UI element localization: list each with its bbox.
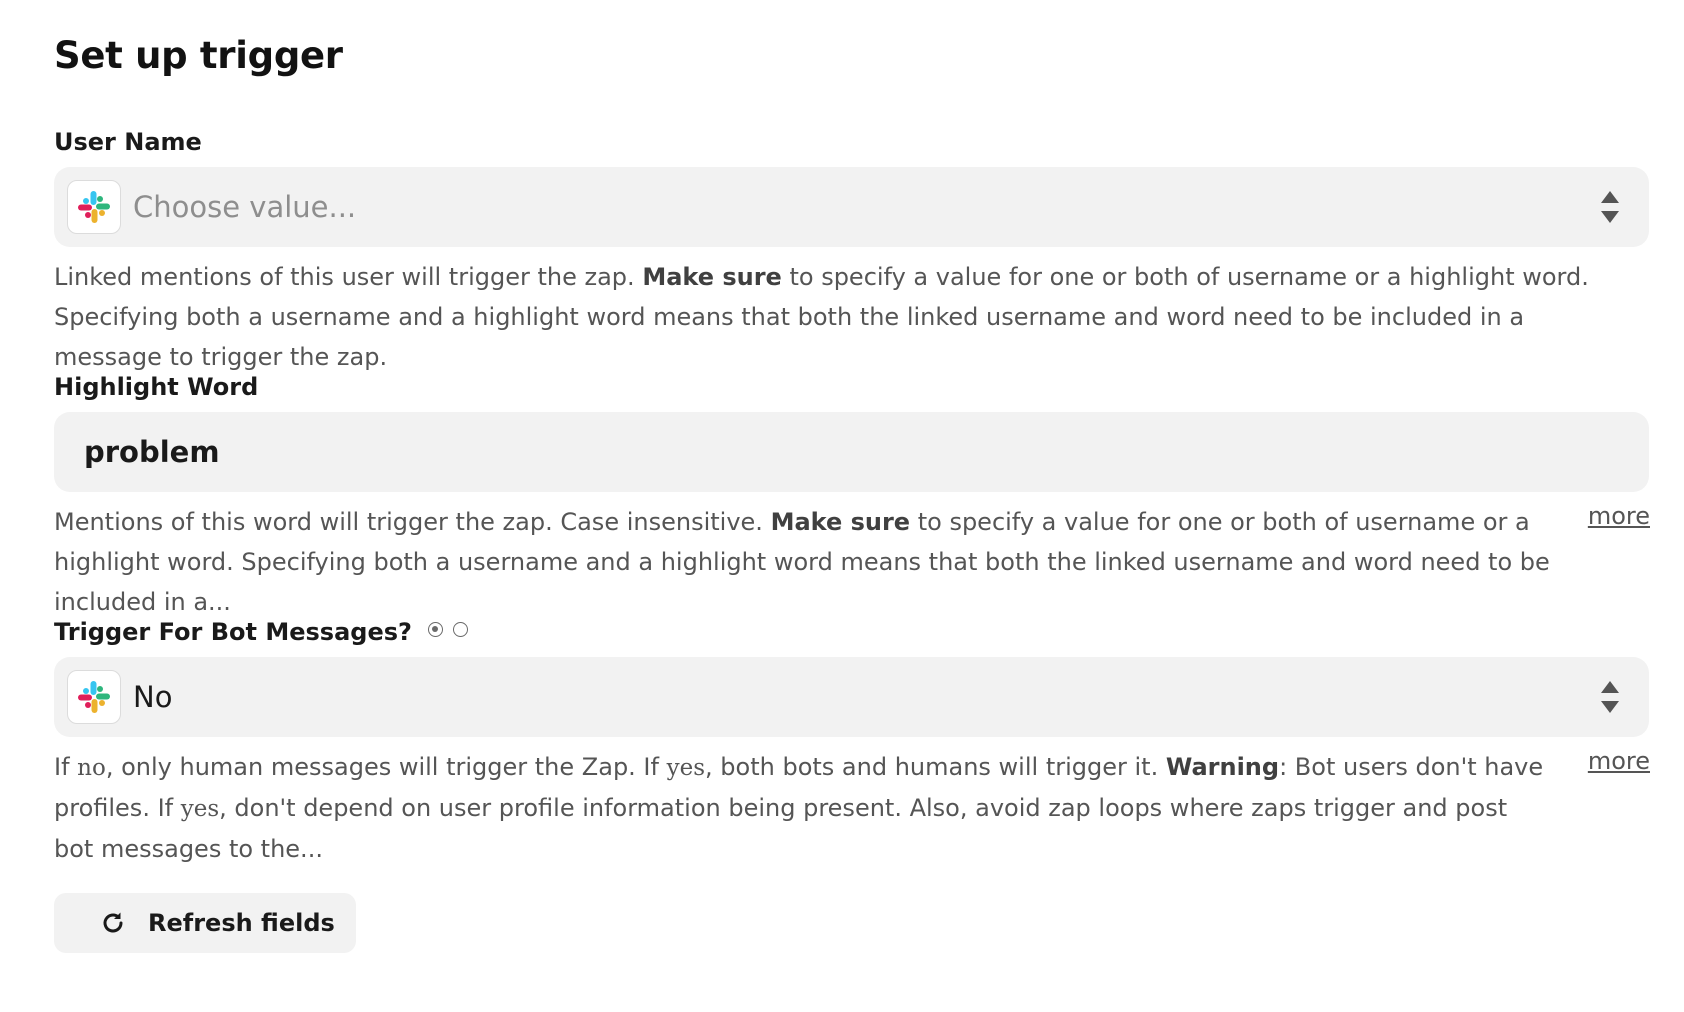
- radio-option-unselected[interactable]: [452, 622, 468, 637]
- highlight-word-more-link[interactable]: more: [1588, 502, 1650, 530]
- user-name-select[interactable]: Choose value...: [54, 167, 1649, 247]
- refresh-icon: [100, 910, 126, 936]
- highlight-word-input[interactable]: problem: [54, 412, 1649, 492]
- slack-icon: [67, 180, 121, 234]
- radio-option-selected[interactable]: [427, 622, 443, 637]
- bot-messages-select[interactable]: No: [54, 657, 1649, 737]
- bot-messages-label: Trigger For Bot Messages?: [54, 618, 468, 646]
- select-arrows-icon: [1601, 191, 1619, 223]
- highlight-word-help: Mentions of this word will trigger the z…: [54, 508, 1550, 616]
- refresh-fields-label: Refresh fields: [148, 909, 335, 937]
- user-name-label: User Name: [54, 128, 202, 156]
- select-arrows-icon: [1601, 681, 1619, 713]
- bot-messages-radio-group: [427, 622, 468, 637]
- user-name-placeholder: Choose value...: [133, 190, 357, 224]
- bot-messages-more-link[interactable]: more: [1588, 747, 1650, 775]
- bot-messages-help: If no, only human messages will trigger …: [54, 753, 1544, 863]
- highlight-word-label: Highlight Word: [54, 373, 259, 401]
- user-name-help: Linked mentions of this user will trigge…: [54, 263, 1589, 371]
- highlight-word-value: problem: [84, 435, 220, 469]
- slack-icon: [67, 670, 121, 724]
- page-title: Set up trigger: [54, 34, 343, 77]
- bot-messages-value: No: [133, 680, 173, 714]
- refresh-fields-button[interactable]: Refresh fields: [54, 893, 356, 953]
